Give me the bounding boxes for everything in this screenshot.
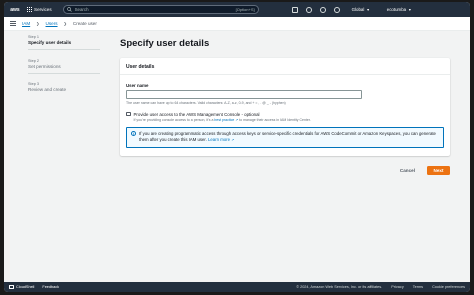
wizard-steps: Step 1 Specify user details Step 2 Set p… [28,35,100,101]
panel-body: User name The user name can have up to 6… [120,75,450,148]
search-input[interactable]: Search [Option+S] [62,5,259,14]
search-shortcut: [Option+S] [235,7,255,12]
services-label: Services [34,7,52,12]
user-name-hint: The user name can have up to 64 characte… [126,100,286,105]
console-access-option: Provide user access to the AWS Managemen… [126,112,444,122]
console-access-label[interactable]: Provide user access to the AWS Managemen… [134,112,311,117]
info-alert: i If you are creating programmatic acces… [126,126,444,148]
chevron-right-icon: ❯ [63,21,67,26]
footer-links: © 2024, Amazon Web Services, Inc. or its… [296,285,465,289]
learn-more-link[interactable]: Learn more [208,137,230,142]
chevron-down-icon: ▼ [408,7,412,12]
services-menu-button[interactable]: Services [27,7,52,12]
region-label: Global [351,7,365,12]
desc-text-pre: If you're providing console access to a … [133,117,214,122]
search-icon [66,7,72,12]
step-number: Step 1 [28,35,39,39]
info-alert-text: If you are creating programmatic access … [139,131,439,144]
panel-header: User details [120,58,450,75]
cloudshell-icon [9,285,14,289]
help-icon[interactable] [319,6,326,13]
cookie-preferences-link[interactable]: Cookie preferences [432,285,465,289]
step-name: Set permissions [28,63,61,69]
cloudshell-link[interactable]: CloudShell [16,285,34,289]
step-number: Step 3 [28,82,39,86]
breadcrumb-create-user: Create user [72,21,97,26]
aws-logo-text: aws [10,6,20,13]
wizard-step-3: Step 3 Review and create [28,82,100,92]
step-name: Review and create [28,87,67,92]
wizard-step-2: Step 2 Set permissions [28,58,100,73]
user-name-label: User name [126,83,149,88]
browser-frame: aws Services Search [Option+S] Global ▼ … [4,2,470,292]
info-icon: i [131,131,136,136]
account-menu[interactable]: ecotumba ▼ [387,7,412,12]
info-message: If you are creating programmatic access … [139,130,436,142]
step-divider [28,72,100,73]
next-button[interactable]: Next [427,166,450,175]
chevron-right-icon: ❯ [36,21,40,26]
desc-text-post: to manage their access in IAM Identity C… [239,117,311,122]
user-details-panel: User details User name The user name can… [120,58,450,156]
console-access-description: If you're providing console access to a … [134,118,311,122]
step-number: Step 2 [28,58,39,63]
step-name: Specify user details [28,40,72,45]
console-footer: CloudShell Feedback © 2024, Amazon Web S… [4,282,470,292]
settings-gear-icon[interactable] [333,6,340,13]
aws-logo[interactable]: aws [8,5,22,14]
copyright-text: © 2024, Amazon Web Services, Inc. or its… [296,285,383,289]
chevron-down-icon: ▼ [366,7,370,12]
breadcrumb-iam[interactable]: IAM [22,21,30,26]
search-placeholder: Search [74,7,89,12]
cancel-button[interactable]: Cancel [396,166,419,175]
page-title: Specify user details [120,38,210,49]
notifications-icon[interactable] [305,6,312,13]
terms-link[interactable]: Terms [413,285,423,289]
top-navigation: aws Services Search [Option+S] Global ▼ … [4,2,470,17]
best-practice-link[interactable]: best practice [214,118,234,122]
external-link-icon: ↗ [235,117,239,122]
step-divider [28,49,100,50]
wizard-actions: Cancel Next [396,166,450,175]
external-link-icon: ↗ [231,137,235,142]
region-selector[interactable]: Global ▼ [352,7,370,12]
account-label: ecotumba [386,7,407,12]
user-name-input[interactable] [126,90,362,99]
breadcrumb: IAM ❯ Users ❯ Create user [4,17,470,31]
feedback-link[interactable]: Feedback [42,285,59,289]
wizard-step-1: Step 1 Specify user details [28,35,100,50]
privacy-link[interactable]: Privacy [391,285,403,289]
cloudshell-icon[interactable] [291,6,298,13]
console-access-checkbox[interactable] [126,111,131,117]
grid-icon [27,7,32,12]
nav-icon-group [291,6,340,13]
hamburger-menu-icon[interactable] [10,21,16,26]
breadcrumb-users[interactable]: Users [46,21,58,26]
